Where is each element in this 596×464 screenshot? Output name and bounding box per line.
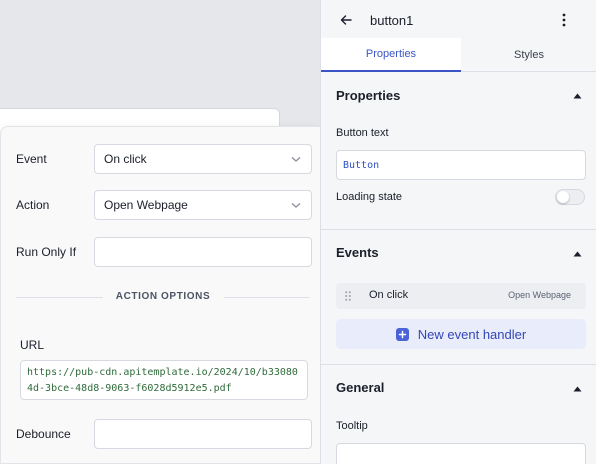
tab-properties[interactable]: Properties xyxy=(321,38,461,72)
tooltip-input[interactable] xyxy=(336,443,586,464)
url-input[interactable]: https://pub-cdn.apitemplate.io/2024/10/b… xyxy=(20,360,308,400)
caret-up-icon[interactable] xyxy=(573,386,582,392)
run-only-if-input[interactable] xyxy=(94,237,312,267)
caret-up-icon[interactable] xyxy=(573,93,582,99)
debounce-input[interactable] xyxy=(94,419,312,449)
action-select-value: Open Webpage xyxy=(104,198,188,212)
event-handler-item[interactable]: On click Open Webpage xyxy=(336,283,586,309)
debounce-row: Debounce xyxy=(16,419,312,449)
section-divider xyxy=(321,229,596,230)
action-options-title: ACTION OPTIONS xyxy=(102,291,224,302)
url-label: URL xyxy=(20,338,45,352)
kebab-menu-icon[interactable] xyxy=(559,11,569,29)
action-label: Action xyxy=(16,198,50,212)
inspector-header: button1 xyxy=(321,0,596,38)
plus-icon xyxy=(395,327,409,341)
events-section-title[interactable]: Events xyxy=(336,245,379,260)
event-select-value: On click xyxy=(104,152,147,166)
tab-styles[interactable]: Styles xyxy=(461,38,596,72)
run-only-if-row: Run Only If xyxy=(16,237,312,267)
button-text-label: Button text xyxy=(336,127,389,139)
event-select[interactable]: On click xyxy=(94,144,312,174)
loading-state-toggle[interactable] xyxy=(555,189,585,205)
tooltip-label: Tooltip xyxy=(336,420,368,432)
toggle-knob xyxy=(557,191,569,203)
run-only-if-label: Run Only If xyxy=(16,245,77,259)
event-row: Event On click xyxy=(16,144,312,174)
inspector-tabs: Properties Styles xyxy=(321,38,596,72)
drag-grip-icon[interactable] xyxy=(345,291,351,301)
new-event-handler-label: New event handler xyxy=(417,326,527,342)
properties-section-title[interactable]: Properties xyxy=(336,88,400,103)
event-handler-popover: Event On click Action Open Webpage Run O… xyxy=(0,126,326,464)
inspector-panel: button1 Properties Styles Properties But… xyxy=(320,0,596,464)
new-event-handler-button[interactable]: New event handler xyxy=(336,319,586,349)
caret-up-icon[interactable] xyxy=(573,251,582,257)
chevron-down-icon xyxy=(291,157,301,162)
event-item-action: Open Webpage xyxy=(508,290,571,300)
debounce-label: Debounce xyxy=(16,427,71,441)
back-arrow-icon[interactable] xyxy=(338,12,354,28)
button-text-input[interactable]: Button xyxy=(336,150,586,180)
widget-name[interactable]: button1 xyxy=(370,13,413,28)
event-item-name: On click xyxy=(369,289,409,301)
loading-state-label: Loading state xyxy=(336,191,403,203)
general-section-title[interactable]: General xyxy=(336,380,384,395)
chevron-down-icon xyxy=(291,203,301,208)
action-select[interactable]: Open Webpage xyxy=(94,190,312,220)
section-divider xyxy=(321,364,596,365)
action-row: Action Open Webpage xyxy=(16,190,312,220)
event-label: Event xyxy=(16,152,47,166)
